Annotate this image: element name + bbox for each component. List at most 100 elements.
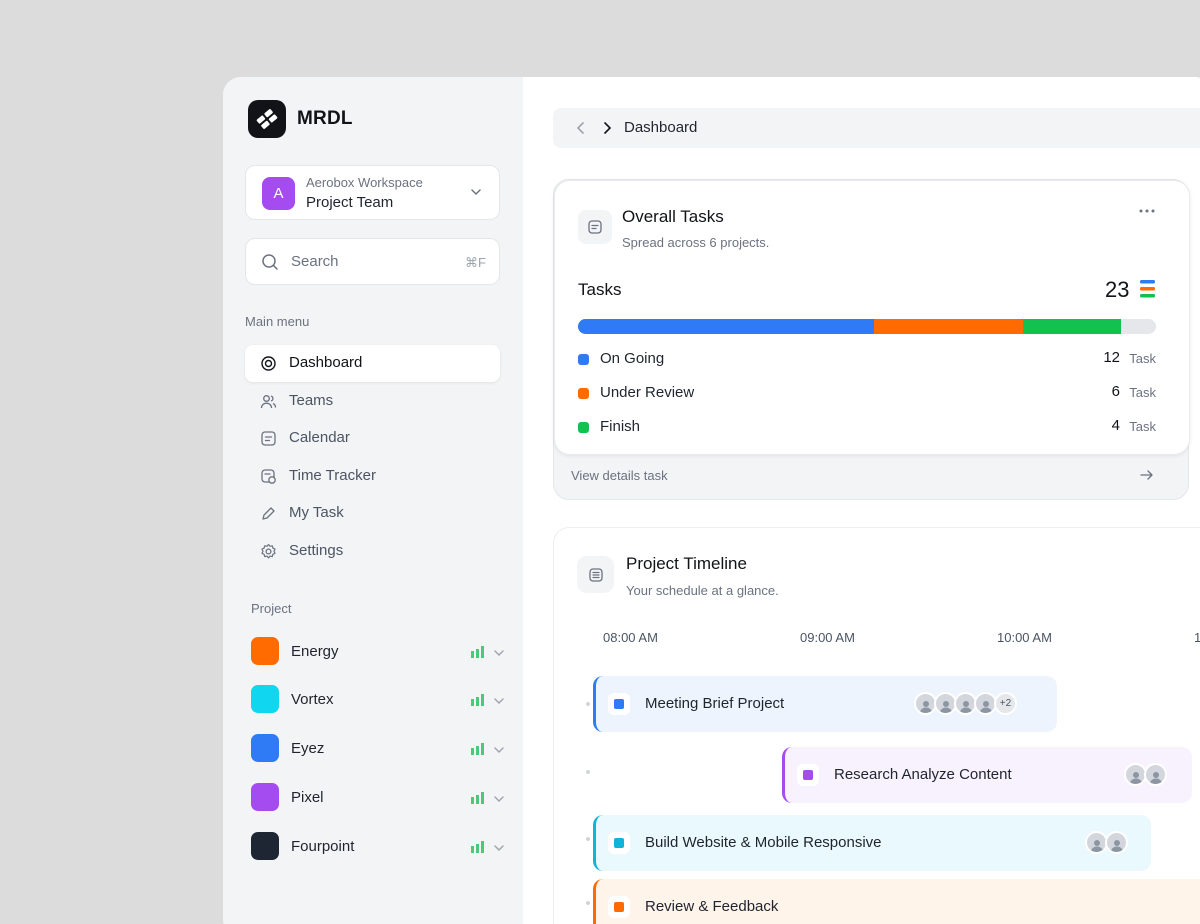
arrow-right-icon[interactable] (1140, 469, 1154, 481)
menu-label: Teams (289, 392, 334, 409)
project-name: Energy (291, 643, 339, 660)
chevron-down-icon[interactable] (493, 842, 505, 854)
time-label: 08:00 AM (603, 630, 658, 645)
logo-icon (256, 109, 278, 129)
tasks-label: Tasks (578, 280, 622, 299)
project-label: Project (251, 601, 292, 616)
chevron-right-icon[interactable] (601, 121, 613, 135)
menu-label: My Task (289, 504, 344, 521)
app-name: MRDL (297, 108, 353, 129)
tasks-total: 23 (1105, 277, 1130, 302)
signal-bars-icon (471, 646, 484, 658)
pen-icon (262, 507, 275, 520)
note-icon (588, 220, 602, 234)
timeline-event-review-feedback[interactable]: Review & Feedback (593, 879, 1200, 924)
event-title: Research Analyze Content (834, 766, 1012, 783)
project-swatch (251, 783, 279, 811)
avatar[interactable] (1144, 763, 1167, 786)
time-label: 11 (1194, 630, 1200, 645)
project-item-fourpoint[interactable]: Fourpoint (251, 832, 506, 862)
legend-dot (578, 422, 589, 433)
menu-label: Calendar (289, 429, 350, 446)
signal-bars-icon (471, 694, 484, 706)
menu-item-time-tracker[interactable]: Time Tracker (245, 458, 500, 495)
menu-item-my-task[interactable]: My Task (245, 495, 500, 532)
menu-item-dashboard[interactable]: Dashboard (245, 345, 500, 382)
chevron-down-icon[interactable] (493, 744, 505, 756)
progress-segment-on-going (578, 319, 875, 334)
legend-dot (578, 354, 589, 365)
timeline-subtitle: Your schedule at a glance. (626, 583, 779, 598)
project-item-vortex[interactable]: Vortex (251, 685, 506, 715)
signal-bars-icon (471, 841, 484, 853)
legend-name: Under Review (600, 384, 695, 401)
search-shortcut: ⌘F (465, 255, 486, 270)
breadcrumb-current[interactable]: Dashboard (624, 119, 697, 136)
timeline-title: Project Timeline (626, 554, 747, 573)
search-icon (262, 254, 278, 270)
project-timeline-card: Project Timeline Your schedule at a glan… (553, 527, 1200, 924)
app-logo[interactable] (248, 100, 286, 138)
chevron-down-icon[interactable] (493, 695, 505, 707)
app-window: MRDL A Aerobox Workspace Project Team Se… (223, 77, 1200, 924)
overall-tasks-card: Overall Tasks Spread across 6 projects. … (554, 180, 1190, 455)
chevron-down-icon[interactable] (493, 647, 505, 659)
avatar[interactable] (1105, 831, 1128, 854)
main-menu-label: Main menu (245, 314, 310, 329)
time-label: 10:00 AM (997, 630, 1052, 645)
project-swatch (251, 734, 279, 762)
project-swatch (251, 685, 279, 713)
menu-item-calendar[interactable]: Calendar (245, 420, 500, 457)
search-input[interactable]: Search ⌘F (245, 238, 500, 285)
workspace-avatar: A (262, 177, 295, 210)
timeline-dot (586, 702, 590, 706)
timeline-dot (586, 837, 590, 841)
timeline-event-meeting-brief[interactable]: Meeting Brief Project +2 (593, 676, 1057, 732)
chevron-down-icon[interactable] (493, 793, 505, 805)
project-swatch (251, 832, 279, 860)
signal-bars-icon (471, 743, 484, 755)
sidebar: MRDL A Aerobox Workspace Project Team Se… (223, 77, 523, 924)
legend-count: 6 (1111, 383, 1120, 400)
event-color-marker (608, 832, 630, 854)
tasks-progress-bar (578, 319, 1156, 334)
workspace-subtitle: Aerobox Workspace (306, 175, 423, 190)
menu-label: Time Tracker (289, 467, 376, 484)
event-title: Build Website & Mobile Responsive (645, 834, 882, 851)
legend-unit: Task (1129, 351, 1156, 366)
menu-label: Settings (289, 542, 344, 559)
project-name: Pixel (291, 789, 324, 806)
project-item-pixel[interactable]: Pixel (251, 783, 506, 813)
chevron-down-icon (471, 189, 481, 196)
project-item-energy[interactable]: Energy (251, 637, 506, 667)
event-color-marker (608, 896, 630, 918)
legend-row-under-review: Under Review 6 Task (578, 383, 1156, 403)
chevron-left-icon[interactable] (575, 121, 587, 135)
legend-unit: Task (1129, 385, 1156, 400)
legend-unit: Task (1129, 419, 1156, 434)
legend-name: On Going (600, 350, 665, 367)
timeline-dot (586, 770, 590, 774)
view-details-link[interactable]: View details task (571, 468, 668, 483)
menu-label: Dashboard (289, 354, 363, 371)
overall-tasks-panel: Overall Tasks Spread across 6 projects. … (553, 179, 1190, 500)
overall-tasks-title: Overall Tasks (622, 207, 724, 226)
legend-row-finish: Finish 4 Task (578, 417, 1156, 437)
card-icon (578, 210, 612, 244)
event-avatars (1124, 763, 1167, 786)
timeline-event-build-website[interactable]: Build Website & Mobile Responsive (593, 815, 1151, 871)
project-name: Eyez (291, 740, 325, 757)
progress-segment-finish (1022, 319, 1122, 334)
menu-item-teams[interactable]: Teams (245, 383, 500, 420)
avatar-more-count[interactable]: +2 (994, 692, 1017, 715)
workspace-switcher[interactable]: A Aerobox Workspace Project Team (245, 165, 500, 220)
more-options-icon[interactable] (1139, 209, 1155, 213)
menu-item-settings[interactable]: Settings (245, 533, 500, 570)
project-item-eyez[interactable]: Eyez (251, 734, 506, 764)
legend-row-on-going: On Going 12 Task (578, 349, 1156, 369)
event-title: Review & Feedback (645, 898, 779, 915)
timeline-event-research[interactable]: Research Analyze Content (782, 747, 1192, 803)
project-name: Fourpoint (291, 838, 355, 855)
event-avatars (1085, 831, 1128, 854)
dashboard-icon (261, 356, 276, 371)
